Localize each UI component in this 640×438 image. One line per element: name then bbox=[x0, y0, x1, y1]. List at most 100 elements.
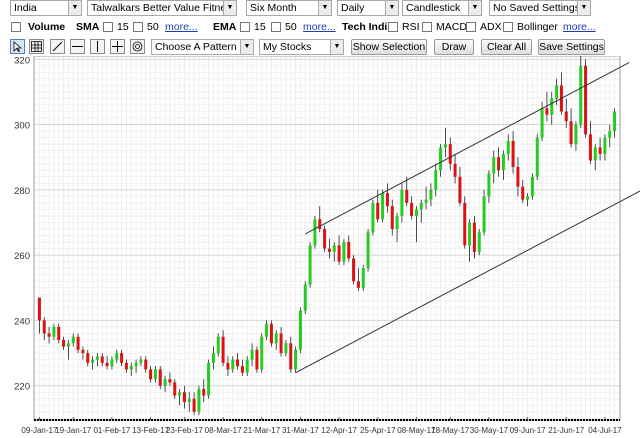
candle-down[interactable] bbox=[76, 336, 80, 350]
candle-down[interactable] bbox=[564, 111, 568, 122]
candle-up[interactable] bbox=[245, 359, 249, 373]
candle-up[interactable] bbox=[419, 202, 423, 210]
candle-up[interactable] bbox=[153, 369, 157, 380]
candle-up[interactable] bbox=[540, 108, 544, 138]
candle-up[interactable] bbox=[342, 242, 346, 262]
candle-up[interactable] bbox=[303, 284, 307, 311]
candle-up[interactable] bbox=[361, 268, 365, 288]
candle-up[interactable] bbox=[197, 388, 201, 412]
candle-up[interactable] bbox=[216, 336, 220, 354]
candle-up[interactable] bbox=[550, 98, 554, 115]
candle-down[interactable] bbox=[279, 333, 283, 354]
candle-up[interactable] bbox=[492, 157, 496, 174]
vertical-line-tool-button[interactable] bbox=[90, 39, 105, 54]
candle-up[interactable] bbox=[332, 245, 336, 252]
candle-up[interactable] bbox=[308, 245, 312, 285]
candle-up[interactable] bbox=[414, 209, 418, 216]
candle-up[interactable] bbox=[400, 189, 404, 216]
sma-15-checkbox[interactable] bbox=[103, 22, 113, 32]
draw-button[interactable]: Draw bbox=[434, 39, 474, 55]
candle-up[interactable] bbox=[434, 170, 438, 190]
candle-down[interactable] bbox=[569, 121, 573, 145]
candle-down[interactable] bbox=[168, 379, 172, 383]
candle-down[interactable] bbox=[497, 157, 501, 171]
candle-up[interactable] bbox=[574, 124, 578, 145]
candlestick-chart[interactable]: 320 300 280 260 240 220 09-Jan-1719-Jan-17 01-F… bbox=[0, 56, 640, 438]
candle-down[interactable] bbox=[356, 281, 360, 288]
fibonacci-tool-button[interactable] bbox=[130, 39, 145, 54]
sma-more-link[interactable]: more... bbox=[165, 21, 198, 33]
candle-down[interactable] bbox=[584, 65, 588, 135]
chart-style-select[interactable]: Candlestick ▼ bbox=[402, 0, 482, 16]
candle-up[interactable] bbox=[294, 349, 298, 370]
save-settings-button[interactable]: Save Settings bbox=[538, 39, 605, 55]
candle-up[interactable] bbox=[178, 392, 182, 396]
candle-up[interactable] bbox=[250, 349, 254, 360]
adx-checkbox[interactable] bbox=[466, 22, 476, 32]
interval-select[interactable]: Daily ▼ bbox=[337, 0, 399, 16]
candle-down[interactable] bbox=[62, 340, 66, 347]
candle-down[interactable] bbox=[269, 323, 273, 344]
candle-up[interactable] bbox=[110, 359, 114, 367]
candle-down[interactable] bbox=[202, 388, 206, 396]
candle-up[interactable] bbox=[468, 222, 472, 246]
candle-up[interactable] bbox=[115, 353, 119, 360]
candle-up[interactable] bbox=[443, 144, 447, 148]
ema-50-checkbox[interactable] bbox=[271, 22, 281, 32]
sma-50-checkbox[interactable] bbox=[133, 22, 143, 32]
candle-up[interactable] bbox=[71, 336, 75, 344]
candle-down[interactable] bbox=[226, 362, 230, 370]
candle-up[interactable] bbox=[579, 65, 583, 125]
candle-down[interactable] bbox=[405, 189, 409, 203]
crosshair-tool-button[interactable] bbox=[110, 39, 125, 54]
candle-down[interactable] bbox=[236, 359, 240, 367]
candle-down[interactable] bbox=[588, 134, 592, 161]
candle-down[interactable] bbox=[352, 258, 356, 282]
candle-up[interactable] bbox=[211, 353, 215, 363]
clear-all-button[interactable]: Clear All bbox=[481, 39, 532, 55]
candle-down[interactable] bbox=[37, 297, 41, 321]
candle-up[interactable] bbox=[371, 202, 375, 233]
candle-down[interactable] bbox=[323, 229, 327, 249]
candle-down[interactable] bbox=[598, 147, 602, 154]
candle-down[interactable] bbox=[173, 382, 177, 396]
my-stocks-select[interactable]: My Stocks ▼ bbox=[259, 39, 344, 55]
candle-up[interactable] bbox=[482, 196, 486, 233]
ema-15-checkbox[interactable] bbox=[240, 22, 250, 32]
candle-down[interactable] bbox=[47, 333, 51, 337]
candle-up[interactable] bbox=[526, 196, 530, 200]
candle-up[interactable] bbox=[613, 111, 617, 132]
candle-down[interactable] bbox=[158, 369, 162, 386]
candle-up[interactable] bbox=[313, 219, 317, 246]
candle-up[interactable] bbox=[139, 359, 143, 363]
candle-up[interactable] bbox=[395, 215, 399, 230]
candle-up[interactable] bbox=[424, 199, 428, 203]
candle-up[interactable] bbox=[506, 140, 510, 154]
candle-up[interactable] bbox=[501, 153, 505, 171]
candle-down[interactable] bbox=[448, 144, 452, 164]
horizontal-line-tool-button[interactable] bbox=[70, 39, 85, 54]
candle-down[interactable] bbox=[472, 222, 476, 252]
candle-down[interactable] bbox=[42, 320, 46, 334]
candle-up[interactable] bbox=[274, 333, 278, 344]
candle-up[interactable] bbox=[91, 359, 95, 363]
candle-down[interactable] bbox=[390, 206, 394, 230]
tech-more-link[interactable]: more... bbox=[563, 21, 596, 33]
candle-up[interactable] bbox=[555, 85, 559, 99]
candle-down[interactable] bbox=[545, 108, 549, 115]
candle-down[interactable] bbox=[149, 369, 153, 380]
candle-up[interactable] bbox=[207, 362, 211, 396]
candle-down[interactable] bbox=[376, 202, 380, 220]
pattern-select[interactable]: Choose A Pattern ▼ bbox=[151, 39, 254, 55]
stock-select[interactable]: Talwalkars Better Value Fitness l ▼ bbox=[87, 0, 237, 16]
candle-down[interactable] bbox=[57, 326, 61, 341]
rsi-checkbox[interactable] bbox=[388, 22, 398, 32]
candle-down[interactable] bbox=[318, 219, 322, 230]
candle-up[interactable] bbox=[439, 147, 443, 171]
candle-up[interactable] bbox=[163, 379, 167, 386]
candle-up[interactable] bbox=[477, 232, 481, 252]
candle-up[interactable] bbox=[284, 343, 288, 354]
candle-up[interactable] bbox=[593, 147, 597, 161]
candle-down[interactable] bbox=[385, 193, 389, 207]
candle-down[interactable] bbox=[521, 186, 525, 200]
